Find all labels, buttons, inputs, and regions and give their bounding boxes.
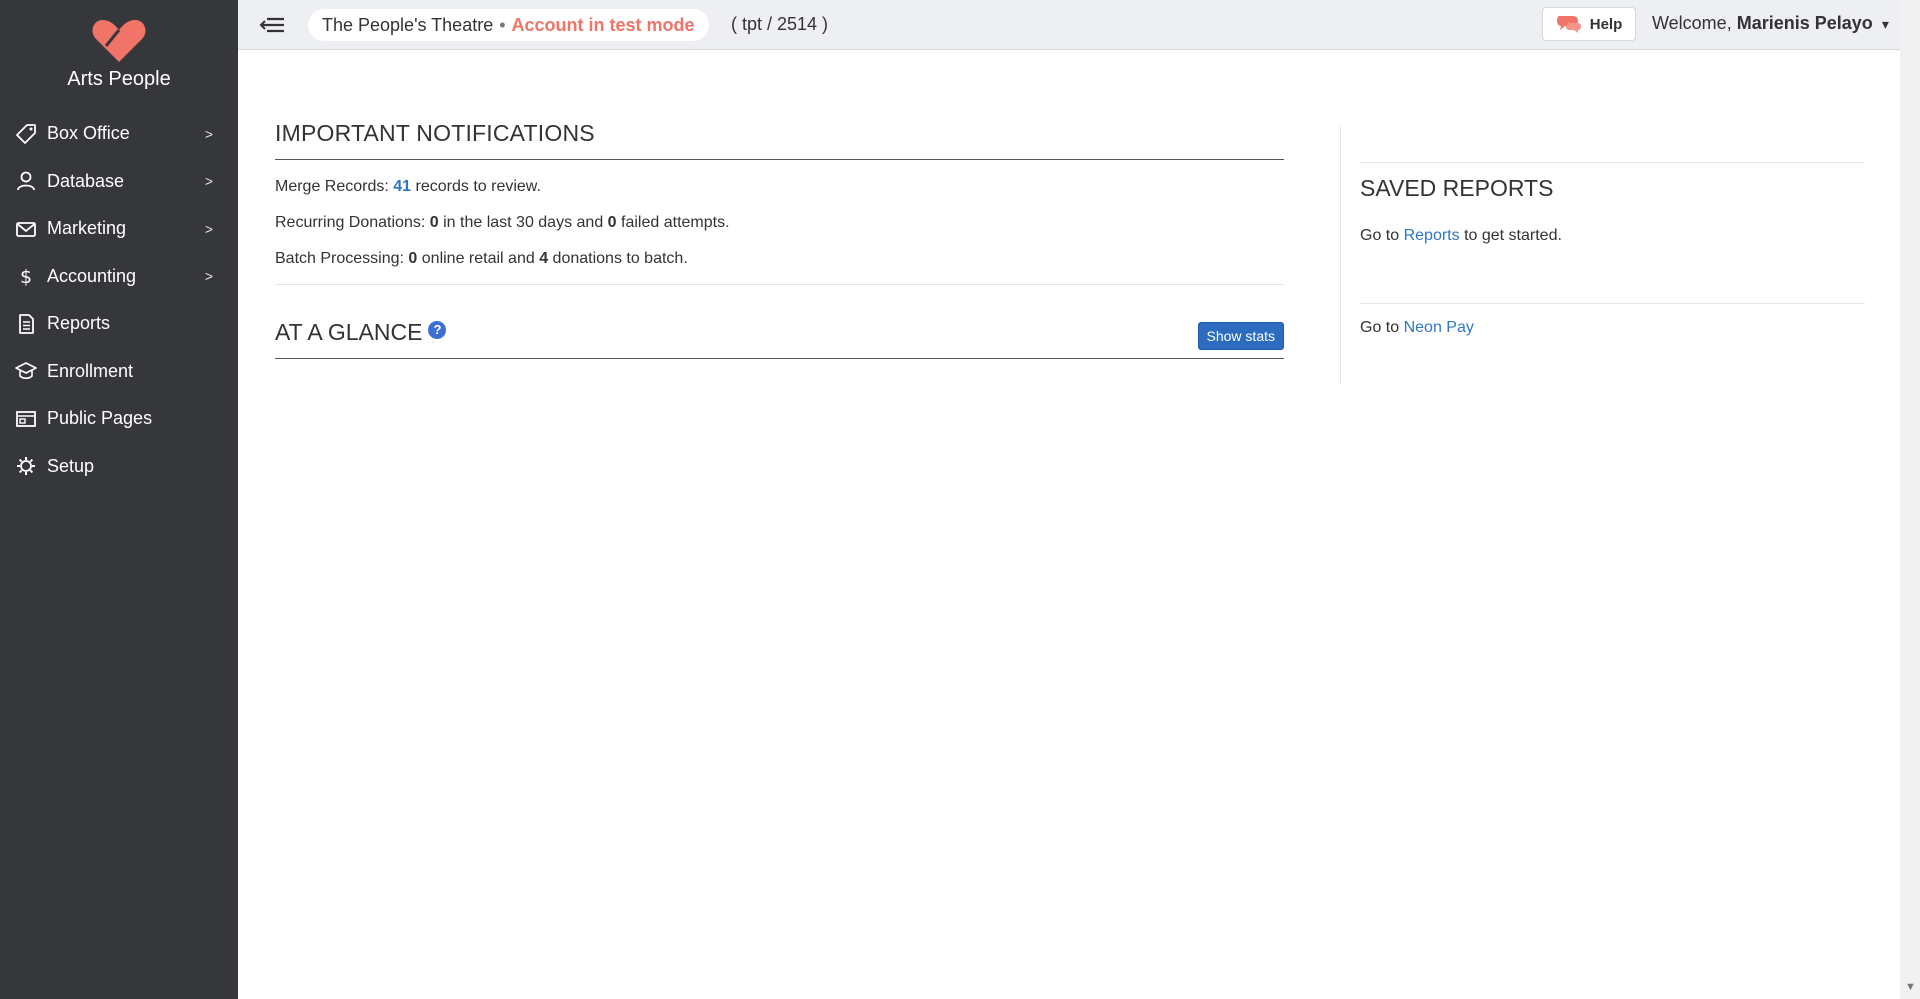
saved-reports-suffix: to get started. xyxy=(1464,227,1562,244)
chevron-right-icon: > xyxy=(204,220,213,237)
user-name: Marienis Pelayo xyxy=(1736,13,1873,33)
sidebar-nav: Box Office > Database > Marketing > $ Ac… xyxy=(0,110,238,490)
at-a-glance-header: AT A GLANCE ? Show stats xyxy=(275,319,1284,359)
neon-pay-prefix: Go to xyxy=(1360,319,1400,336)
merge-records-notice: Merge Records: 41 records to review. xyxy=(275,176,1284,198)
batch-suffix: donations to batch. xyxy=(552,250,688,267)
recurring-suffix: failed attempts. xyxy=(621,214,730,231)
caret-down-icon: ▾ xyxy=(1881,16,1889,32)
sidebar-item-label: Public Pages xyxy=(47,408,153,429)
user-menu[interactable]: Welcome, Marienis Pelayo ▾ xyxy=(1652,13,1889,34)
merge-records-label: Merge Records: xyxy=(275,178,389,195)
brand[interactable]: Arts People xyxy=(0,16,238,91)
divider xyxy=(1360,162,1865,163)
divider xyxy=(1360,303,1865,304)
sidebar-item-setup[interactable]: Setup xyxy=(0,443,238,491)
sidebar-item-public-pages[interactable]: Public Pages xyxy=(0,395,238,443)
at-a-glance-title-text: AT A GLANCE xyxy=(275,319,423,345)
neon-pay-link[interactable]: Neon Pay xyxy=(1404,319,1474,336)
batch-processing-label: Batch Processing: xyxy=(275,250,404,267)
browser-window-icon xyxy=(15,408,37,430)
recurring-donations-label: Recurring Donations: xyxy=(275,214,426,231)
welcome-prefix: Welcome, xyxy=(1652,13,1732,33)
separator: • xyxy=(499,14,506,35)
chevron-right-icon: > xyxy=(204,125,213,142)
scroll-down-arrow-icon[interactable]: ▼ xyxy=(1905,981,1916,993)
envelope-icon xyxy=(15,218,37,240)
sidebar-item-enrollment[interactable]: Enrollment xyxy=(0,348,238,396)
recurring-donations-notice: Recurring Donations: 0 in the last 30 da… xyxy=(275,212,1284,234)
sidebar-item-label: Reports xyxy=(47,313,111,334)
saved-reports-prefix: Go to xyxy=(1360,227,1400,244)
chat-bubble-icon xyxy=(1556,16,1581,33)
recurring-middle-text: in the last 30 days and xyxy=(443,214,604,231)
column-divider xyxy=(1340,125,1341,383)
chevron-right-icon: > xyxy=(204,268,213,285)
sidebar-item-marketing[interactable]: Marketing > xyxy=(0,205,238,253)
sidebar-item-label: Marketing xyxy=(47,218,127,239)
topbar: The People's Theatre • Account in test m… xyxy=(238,0,1900,50)
sidebar-item-label: Database xyxy=(47,170,125,191)
donations-count: 4 xyxy=(539,250,549,267)
graduation-cap-icon xyxy=(15,360,37,382)
main-left-column: IMPORTANT NOTIFICATIONS Merge Records: 4… xyxy=(275,120,1284,359)
svg-text:$: $ xyxy=(20,266,32,287)
heart-logo-icon xyxy=(92,20,146,62)
saved-reports-title: SAVED REPORTS xyxy=(1360,175,1554,201)
sidebar-item-reports[interactable]: Reports xyxy=(0,300,238,348)
collapse-menu-icon[interactable] xyxy=(258,13,288,37)
failed-attempts-count: 0 xyxy=(607,214,617,231)
organization-pill[interactable]: The People's Theatre • Account in test m… xyxy=(308,9,709,41)
saved-reports-text: Go to Reports to get started. xyxy=(1360,227,1562,245)
sidebar-item-accounting[interactable]: $ Accounting > xyxy=(0,253,238,301)
sidebar-item-label: Box Office xyxy=(47,123,130,144)
gear-icon xyxy=(15,455,37,477)
neon-pay-text: Go to Neon Pay xyxy=(1360,319,1474,337)
sidebar-item-box-office[interactable]: Box Office > xyxy=(0,110,238,158)
help-label: Help xyxy=(1589,15,1623,33)
merge-records-count-link[interactable]: 41 xyxy=(393,178,411,195)
organization-code: ( tpt / 2514 ) xyxy=(731,14,829,34)
reports-link[interactable]: Reports xyxy=(1404,227,1460,244)
sidebar-item-database[interactable]: Database > xyxy=(0,158,238,206)
help-button[interactable]: Help xyxy=(1542,7,1636,41)
test-mode-label: Account in test mode xyxy=(511,14,695,35)
show-stats-button[interactable]: Show stats xyxy=(1197,322,1284,350)
batch-middle-text: online retail and xyxy=(421,250,535,267)
ticket-icon xyxy=(15,123,37,145)
chevron-right-icon: > xyxy=(204,173,213,190)
sidebar-item-label: Enrollment xyxy=(47,360,134,381)
notifications-title: IMPORTANT NOTIFICATIONS xyxy=(275,120,1284,160)
online-retail-count: 0 xyxy=(408,250,418,267)
sidebar: Arts People Box Office > Database > Mark… xyxy=(0,0,238,999)
question-help-icon[interactable]: ? xyxy=(428,320,447,339)
at-a-glance-title: AT A GLANCE ? xyxy=(275,319,447,346)
brand-name: Arts People xyxy=(67,68,171,90)
dollar-icon: $ xyxy=(15,265,37,287)
sidebar-item-label: Accounting xyxy=(47,265,137,286)
batch-processing-notice: Batch Processing: 0 online retail and 4 … xyxy=(275,248,1284,270)
vertical-scrollbar[interactable]: ▼ xyxy=(1900,0,1920,999)
user-icon xyxy=(15,170,37,192)
merge-records-suffix: records to review. xyxy=(415,178,541,195)
sidebar-item-label: Setup xyxy=(47,455,95,476)
recurring-count: 0 xyxy=(429,214,439,231)
organization-name: The People's Theatre xyxy=(322,14,494,35)
document-icon xyxy=(15,313,37,335)
